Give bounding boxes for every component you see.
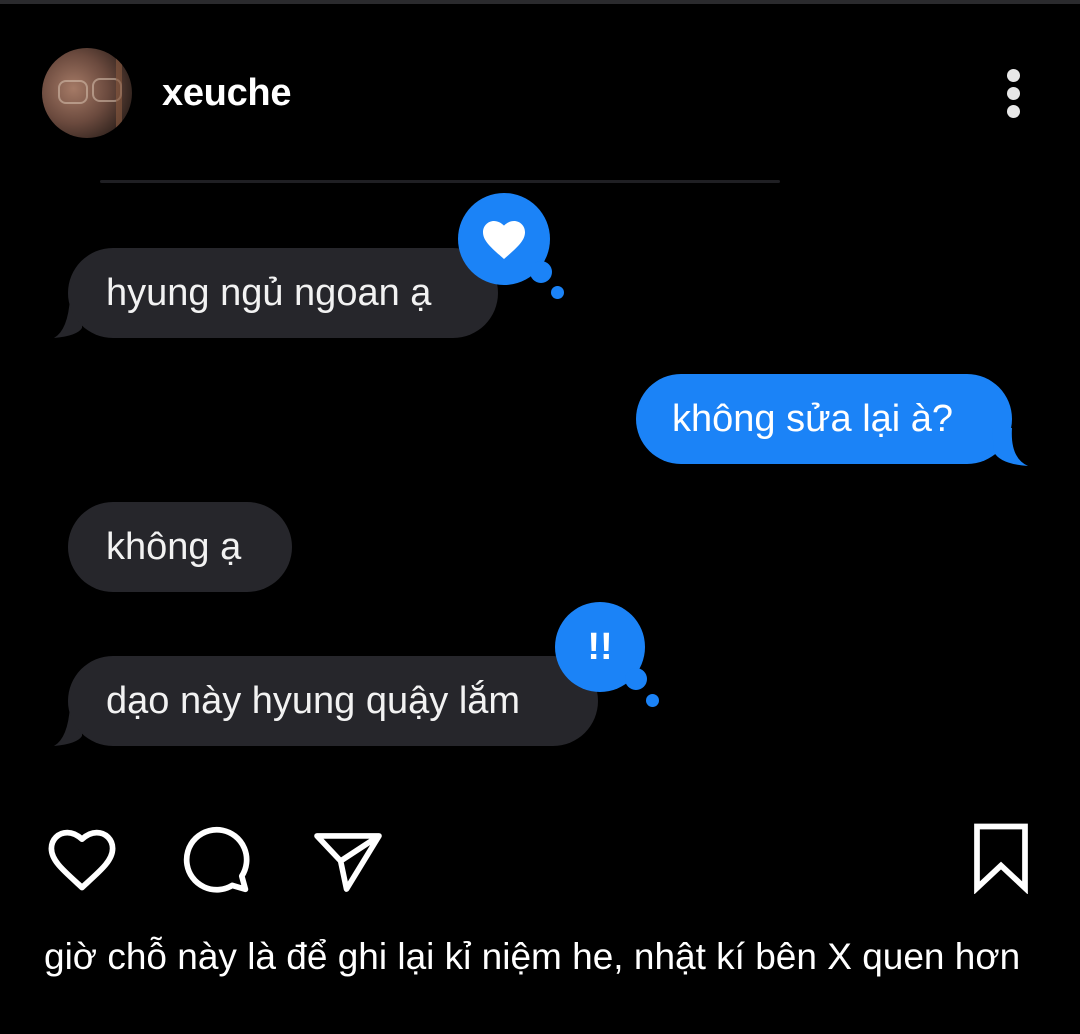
message-bubble: không sửa lại à? (636, 374, 1012, 464)
share-icon[interactable] (312, 830, 384, 892)
reaction-dot (551, 286, 564, 299)
bubble-tail (992, 428, 1028, 466)
message-bubble: dạo này hyung quậy lắm (68, 656, 598, 746)
reaction-text: !! (587, 625, 613, 668)
avatar[interactable] (42, 48, 132, 138)
message-text: không sửa lại à? (672, 397, 954, 440)
message-text: dạo này hyung quậy lắm (106, 679, 521, 722)
top-divider (0, 0, 1080, 4)
message-bubble: hyung ngủ ngoan ạ (68, 248, 498, 338)
username[interactable]: xeuche (162, 72, 291, 115)
message-text: không ạ (106, 525, 242, 568)
message-bubble: không ạ (68, 502, 292, 592)
avatar-detail (58, 80, 88, 104)
post-caption: giờ chỗ này là để ghi lại kỉ niệm he, nh… (44, 936, 1021, 977)
comment-icon[interactable] (180, 824, 252, 894)
message-text: hyung ngủ ngoan ạ (106, 271, 432, 314)
avatar-detail (116, 58, 122, 128)
reaction-bubble[interactable]: !! (555, 602, 647, 692)
bookmark-icon[interactable] (970, 822, 1032, 894)
image-divider (100, 180, 780, 183)
reaction-dot (646, 694, 659, 707)
heart-icon (483, 221, 525, 259)
reaction-bubble[interactable] (458, 193, 552, 285)
heart-icon[interactable] (46, 826, 118, 892)
more-options-icon[interactable] (1000, 66, 1028, 122)
